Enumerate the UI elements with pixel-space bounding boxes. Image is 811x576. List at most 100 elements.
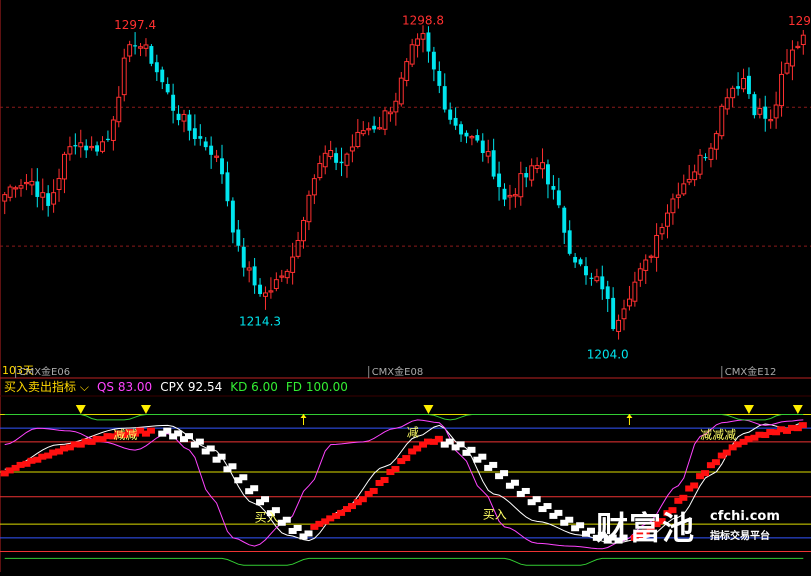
candle-body-up [659,227,665,235]
candle-body-up [100,141,105,152]
indicator-bar-white [195,438,204,445]
candle-body-up [7,186,13,198]
candle-body-up [23,181,29,185]
candle-body-up [273,279,279,289]
candle-body-up [507,194,513,198]
legend-cpx: CPX 92.54 [160,379,222,395]
candle-body-up [719,105,725,137]
sell-marker-icon [792,405,803,414]
indicator-legend: 买入卖出指标 ⌵ QS 83.00 CPX 92.54 KD 6.00 FD 1… [4,379,348,395]
indicator-signal-label: 买入 [255,510,279,524]
candle-body-up [301,219,306,242]
candle-body-up [784,62,790,74]
candle-body-up [518,173,524,198]
sell-marker-icon [743,405,754,414]
candle-body-down [752,94,757,116]
legend-kd-value: 6.00 [251,380,278,394]
candle-body-up [67,146,73,155]
candle-body-down [584,266,588,276]
extreme-label: 1298.8 [402,13,444,27]
indicator-bar-white [478,453,487,460]
candle-body-down [171,94,176,111]
candle-body-down [453,117,458,126]
candle-body-up [665,212,670,227]
candle-body-up [616,319,622,332]
indicator-bar-red [690,482,699,489]
candle-body-up [306,194,312,223]
candle-body-up [779,73,785,107]
candle-body-down [497,173,502,188]
candle-body-down [35,181,40,197]
candle-body-down [464,132,469,137]
candle-body-down [160,69,165,83]
indicator-bar-red [358,496,367,503]
indicator-bar-red [711,459,720,466]
candle-body-down [502,188,507,200]
indicator-bar-white [250,485,259,492]
candle-body-down [573,256,578,263]
indicator-signal-label: 减减减 [700,428,736,442]
indicator-bar-white [184,433,193,440]
candle-body-up [670,198,676,214]
extreme-label: 1298 [788,14,811,28]
candle-body-up [420,33,426,40]
candle-body-down [133,45,138,47]
candle-body-up [773,104,779,119]
candle-body-up [540,162,545,170]
extreme-label: 1214.3 [239,314,281,328]
indicator-title[interactable]: 买入卖出指标 ⌵ [4,379,89,395]
legend-qs-value: 83.00 [117,380,153,394]
candle-body-up [637,268,643,281]
candle-body-up [730,87,736,99]
candle-body-down [703,156,708,159]
sell-marker-icon [140,405,151,414]
legend-fd-name: FD [285,380,303,394]
candle-body-up [116,96,122,123]
indicator-bar-white [532,496,541,503]
watermark: 财富池 cfchi.com 指标交易平台 [596,503,808,549]
indicator-bar-white [163,427,172,434]
x-tick-label: CMX金E08 [372,365,424,378]
indicator-bar-red [434,435,443,442]
candle-body-up [138,46,143,49]
candle-body-up [51,192,57,205]
candle-body-up [2,194,8,202]
candle-body-up [800,34,806,46]
indicator-bar-white [261,496,270,503]
candle-body-up [643,259,649,271]
candle-body-up [279,275,285,278]
candle-body-up [344,153,350,166]
indicator-bar-white [228,463,237,470]
indicator-bar-white [521,487,530,494]
indicator-bar-white [174,430,183,437]
candle-body-down [192,128,197,140]
indicator-bar-white [500,470,509,477]
candle-body-down [334,153,339,163]
candle-body-down [763,106,768,119]
candle-body-up [246,267,252,271]
indicator-bar-white [467,446,476,453]
candle-body-down [546,164,550,185]
candle-body-up [268,290,274,293]
candle-body-up [360,130,366,135]
candle-body-down [105,138,110,141]
x-tick-label: CMX金E12 [725,365,777,378]
candle-body-up [78,142,84,148]
indicator-name: 买入卖出指标 [4,380,77,394]
candle-body-down [578,259,583,265]
indicator-bar-white [489,461,498,468]
indicator-bar-red [402,455,411,462]
indicator-bar-red [146,427,155,434]
candle-body-up [534,165,540,169]
indicator-bar-white [565,516,574,523]
candle-body-up [681,183,687,195]
candle-body-down [556,190,561,206]
candle-body-down [176,113,181,121]
indicator-bar-white [456,441,465,448]
candle-body-up [317,163,323,179]
candle-body-up [181,113,187,122]
candle-body-up [13,187,19,190]
candle-body-up [654,234,660,258]
candle-body-down [372,125,377,130]
candle-body-down [236,229,241,246]
